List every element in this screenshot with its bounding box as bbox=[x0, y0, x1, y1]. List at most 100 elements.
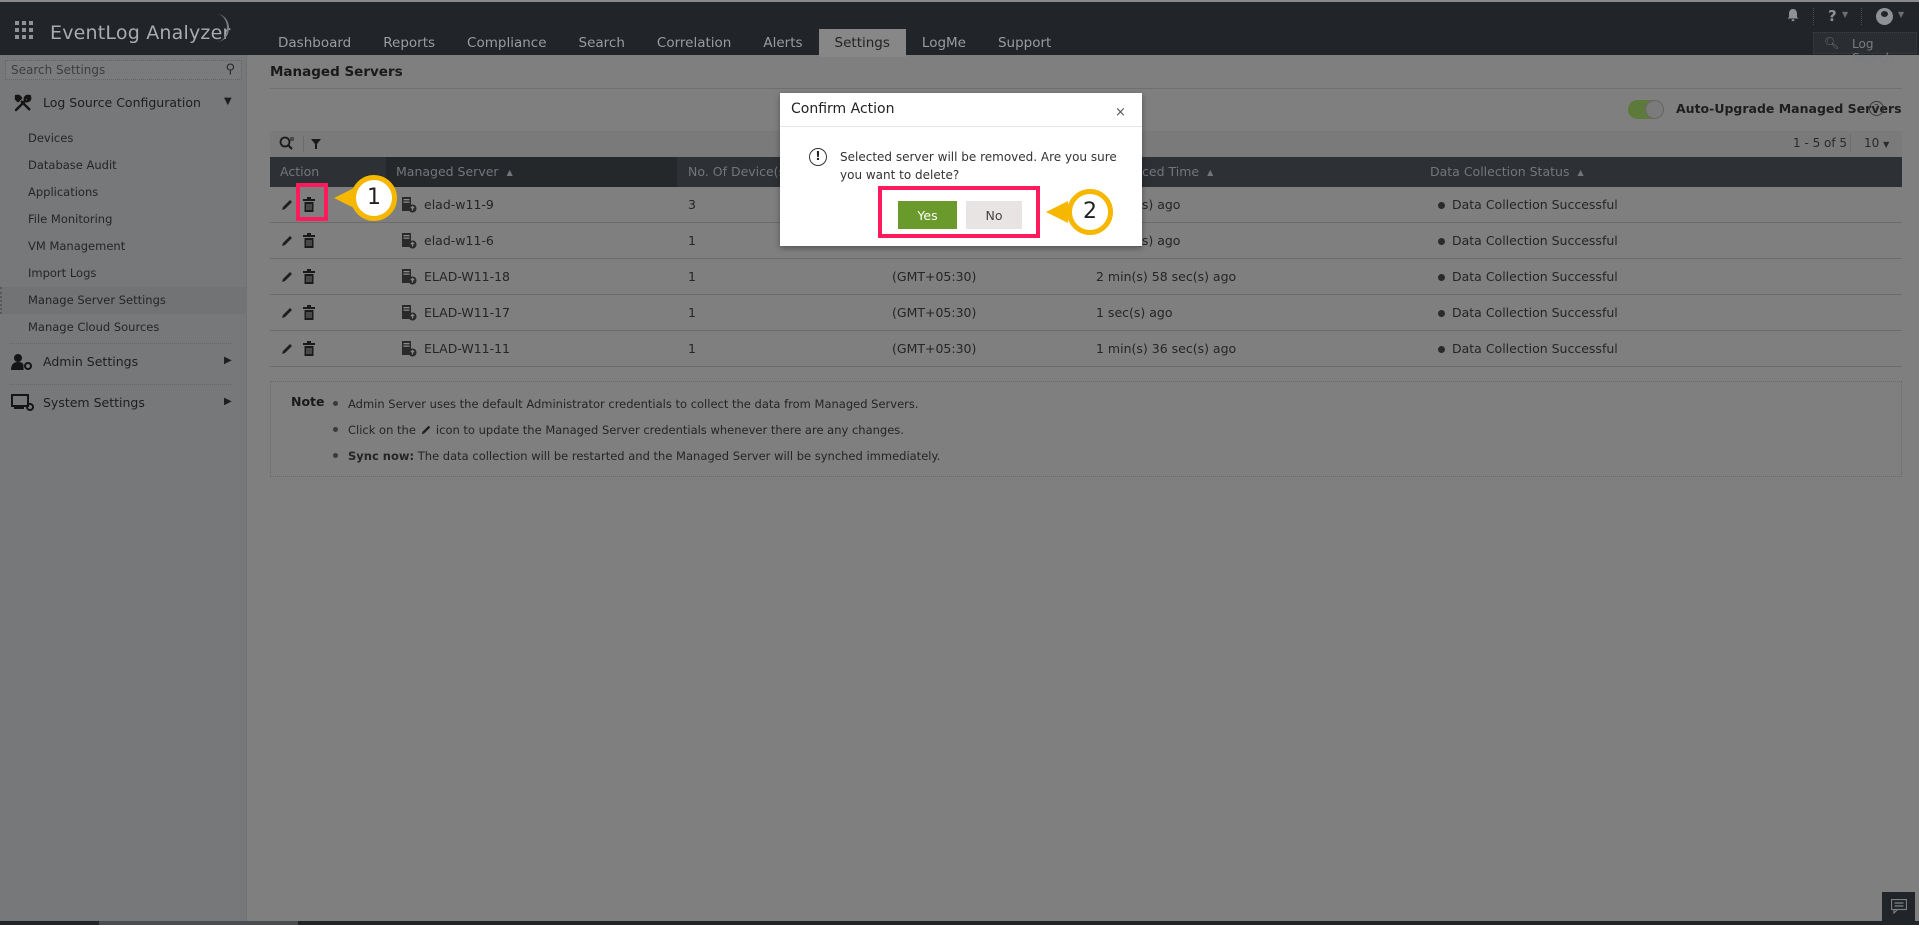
tab-reports[interactable]: Reports bbox=[367, 29, 451, 57]
sort-asc-icon: ▲ bbox=[506, 168, 513, 177]
sidebar-group-log-source-configuration[interactable]: Log Source Configuration ▼ bbox=[0, 88, 247, 118]
divider bbox=[303, 136, 304, 152]
chat-icon bbox=[1891, 899, 1907, 914]
sidebar-group-system-settings[interactable]: System Settings ▶ bbox=[0, 388, 247, 418]
data-collection-status: Data Collection Successful bbox=[1452, 305, 1618, 320]
edit-pencil-icon bbox=[421, 425, 431, 435]
device-count: 3 bbox=[688, 197, 696, 212]
highlight-box-confirm-buttons bbox=[878, 186, 1040, 238]
search-filter-icon[interactable] bbox=[279, 136, 295, 152]
server-name[interactable]: elad-w11-9 bbox=[424, 187, 494, 223]
note-line: Sync now: The data collection will be re… bbox=[333, 449, 940, 463]
sidebar-item-vm-management[interactable]: VM Management bbox=[0, 233, 247, 260]
auto-upgrade-toggle[interactable] bbox=[1628, 100, 1664, 119]
sidebar-item-import-logs[interactable]: Import Logs bbox=[0, 260, 247, 287]
note-label: Note bbox=[291, 394, 325, 409]
settings-search-input[interactable]: Search Settings ⚲ bbox=[5, 60, 242, 80]
tab-search[interactable]: Search bbox=[563, 29, 641, 57]
edit-pencil-icon[interactable] bbox=[280, 198, 294, 212]
help-icon[interactable]: ? bbox=[1828, 7, 1837, 25]
status-dot-icon bbox=[1438, 346, 1445, 353]
device-count: 1 bbox=[688, 269, 696, 284]
column-managed-server[interactable]: Managed Server ▲ bbox=[386, 157, 677, 187]
highlight-box-delete bbox=[296, 183, 328, 221]
trash-icon[interactable] bbox=[303, 269, 315, 284]
edit-pencil-icon[interactable] bbox=[280, 270, 294, 284]
sidebar-item-manage-server-settings[interactable]: Manage Server Settings bbox=[0, 287, 247, 314]
main-nav: Dashboard Reports Compliance Search Corr… bbox=[262, 29, 1067, 57]
bullet-icon bbox=[333, 453, 338, 458]
trash-icon[interactable] bbox=[303, 341, 315, 356]
sidebar-item-file-monitoring[interactable]: File Monitoring bbox=[0, 206, 247, 233]
edit-pencil-icon[interactable] bbox=[280, 306, 294, 320]
column-synced-time[interactable]: ced Time ▲ bbox=[1142, 157, 1213, 187]
tab-alerts[interactable]: Alerts bbox=[747, 29, 818, 57]
sidebar-item-manage-cloud-sources[interactable]: Manage Cloud Sources bbox=[0, 314, 247, 341]
sidebar-group-admin-settings[interactable]: Admin Settings ▶ bbox=[0, 347, 247, 377]
top-bar: EventLog Analyzer Dashboard Reports Comp… bbox=[0, 0, 1919, 65]
bottom-bar bbox=[0, 921, 1919, 925]
device-count: 1 bbox=[688, 233, 696, 248]
sidebar-item-label: Database Audit bbox=[28, 158, 117, 172]
scrollbar[interactable] bbox=[99, 921, 298, 925]
sidebar-item-database-audit[interactable]: Database Audit bbox=[0, 152, 247, 179]
chat-button[interactable] bbox=[1882, 892, 1915, 921]
divider bbox=[10, 343, 231, 344]
synced-time: 1 sec(s) ago bbox=[1096, 305, 1173, 320]
close-icon[interactable]: × bbox=[1115, 105, 1126, 120]
user-caret-icon[interactable]: ▼ bbox=[1898, 10, 1904, 19]
user-avatar-icon[interactable] bbox=[1876, 8, 1893, 25]
search-icon[interactable]: ⚲ bbox=[225, 62, 235, 77]
caret-down-icon: ▼ bbox=[1883, 140, 1890, 149]
status-dot-icon bbox=[1438, 310, 1445, 317]
tab-logme[interactable]: LogMe bbox=[906, 29, 982, 57]
note-line: Click on the icon to update the Managed S… bbox=[333, 423, 904, 437]
sidebar-item-label: Manage Server Settings bbox=[28, 293, 166, 307]
server-name[interactable]: elad-w11-6 bbox=[424, 223, 494, 259]
sidebar-item-label: VM Management bbox=[28, 239, 126, 253]
status-dot-icon bbox=[1438, 238, 1445, 245]
server-name[interactable]: ELAD-W11-18 bbox=[424, 259, 510, 295]
sidebar-item-label: File Monitoring bbox=[28, 212, 113, 226]
trash-icon[interactable] bbox=[303, 233, 315, 248]
tools-icon bbox=[14, 94, 32, 112]
dialog-title: Confirm Action bbox=[791, 101, 895, 117]
sidebar-item-label: Manage Cloud Sources bbox=[28, 320, 160, 334]
status-dot-icon bbox=[1438, 274, 1445, 281]
column-data-collection-status[interactable]: Data Collection Status ▲ bbox=[1430, 157, 1584, 187]
bullet-icon bbox=[333, 427, 338, 432]
sidebar-item-applications[interactable]: Applications bbox=[0, 179, 247, 206]
filter-icon[interactable] bbox=[311, 139, 321, 149]
bullet-icon bbox=[333, 401, 338, 406]
table-row: ELAD-W11-11 1 (GMT+05:30) 1 min(s) 36 se… bbox=[270, 331, 1902, 367]
edit-pencil-icon[interactable] bbox=[280, 342, 294, 356]
tab-correlation[interactable]: Correlation bbox=[641, 29, 747, 57]
timezone: (GMT+05:30) bbox=[892, 269, 977, 284]
edit-pencil-icon[interactable] bbox=[280, 234, 294, 248]
tab-support[interactable]: Support bbox=[982, 29, 1067, 57]
sidebar-group-label: Log Source Configuration bbox=[43, 95, 201, 110]
tab-compliance[interactable]: Compliance bbox=[451, 29, 562, 57]
app-logo[interactable]: EventLog Analyzer bbox=[50, 22, 231, 44]
help-circle-icon[interactable]: ? bbox=[1869, 101, 1884, 116]
divider bbox=[270, 88, 1902, 89]
server-name[interactable]: ELAD-W11-17 bbox=[424, 295, 510, 331]
server-name[interactable]: ELAD-W11-11 bbox=[424, 331, 510, 367]
dialog-message: Selected server will be removed. Are you… bbox=[840, 150, 1117, 182]
bell-icon[interactable] bbox=[1786, 8, 1800, 22]
trash-icon[interactable] bbox=[303, 305, 315, 320]
sidebar-item-devices[interactable]: Devices bbox=[0, 125, 247, 152]
callout-step-1: 1 bbox=[334, 175, 404, 221]
pagination-range: 1 - 5 of 5 bbox=[1793, 136, 1848, 150]
log-search-button[interactable]: 🔍︎ Log Search bbox=[1813, 32, 1917, 65]
tab-settings[interactable]: Settings bbox=[818, 29, 906, 57]
help-caret-icon[interactable]: ▼ bbox=[1842, 10, 1848, 19]
dialog-header: Confirm Action × bbox=[780, 93, 1142, 127]
data-collection-status: Data Collection Successful bbox=[1452, 269, 1618, 284]
page-size-select[interactable]: 10 ▼ bbox=[1864, 136, 1889, 150]
admin-settings-icon bbox=[11, 354, 32, 370]
device-count: 1 bbox=[688, 305, 696, 320]
auto-upgrade-label: Auto-Upgrade Managed Servers bbox=[1676, 101, 1902, 116]
apps-grid-icon[interactable] bbox=[15, 21, 33, 39]
tab-dashboard[interactable]: Dashboard bbox=[262, 29, 367, 57]
